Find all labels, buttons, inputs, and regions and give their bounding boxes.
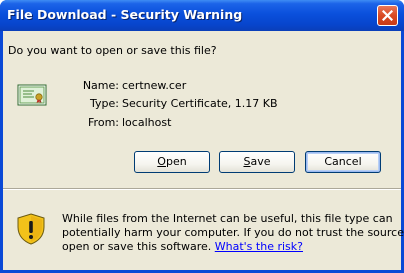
- warning-message: While files from the Internet can be use…: [62, 212, 404, 254]
- from-label: From:: [88, 116, 119, 129]
- type-label: Type:: [90, 97, 119, 110]
- save-button[interactable]: Save: [219, 151, 295, 173]
- close-button[interactable]: [377, 5, 398, 26]
- file-download-dialog: File Download - Security Warning Do you …: [0, 0, 404, 273]
- warning-line-3-text: open or save this software.: [62, 240, 215, 253]
- title-bar[interactable]: File Download - Security Warning: [0, 0, 404, 31]
- certificate-icon: [17, 84, 47, 106]
- open-button-label: pen: [165, 155, 187, 168]
- separator: [3, 188, 401, 190]
- open-button[interactable]: Open: [134, 151, 210, 173]
- warning-line-3: open or save this software. What's the r…: [62, 240, 398, 254]
- window-title: File Download - Security Warning: [7, 7, 243, 22]
- close-icon: [382, 10, 393, 21]
- prompt-question: Do you want to open or save this file?: [8, 44, 217, 57]
- warning-line-1: While files from the Internet can be use…: [62, 212, 393, 225]
- open-button-accelerator: O: [157, 155, 166, 168]
- warning-line-2: potentially harm your computer. If you d…: [62, 226, 404, 239]
- file-from-value: localhost: [122, 116, 172, 129]
- file-name-value: certnew.cer: [122, 79, 187, 92]
- name-label: Name:: [82, 79, 119, 92]
- cancel-button[interactable]: Cancel: [305, 151, 381, 173]
- file-type-value: Security Certificate, 1.17 KB: [122, 97, 278, 110]
- save-button-label: ave: [250, 155, 271, 168]
- warning-shield-icon: [17, 213, 45, 245]
- whats-the-risk-link[interactable]: What's the risk?: [215, 240, 303, 253]
- dialog-body: Do you want to open or save this file? N…: [3, 31, 404, 270]
